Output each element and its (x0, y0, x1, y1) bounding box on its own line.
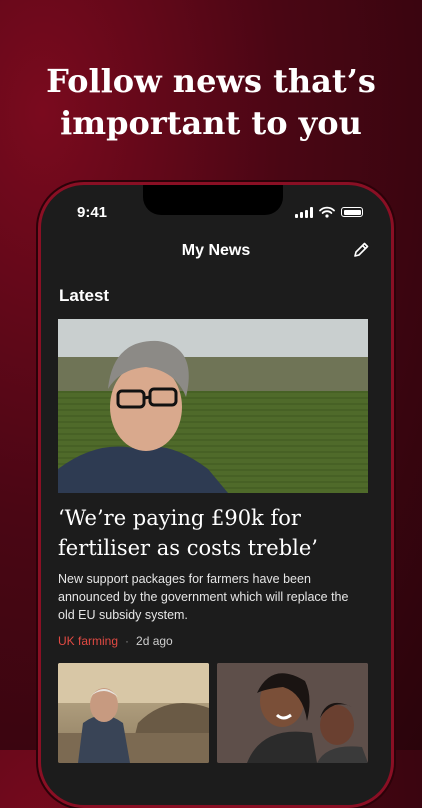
edit-pencil-icon[interactable] (351, 240, 371, 260)
promo-headline: Follow news that’s important to you (0, 60, 422, 144)
article-thumbnail-1[interactable] (58, 663, 209, 763)
phone-frame: 9:41 My News Latest ‘We’re paying £90k f… (38, 182, 394, 808)
wifi-icon (319, 206, 335, 218)
topic-link[interactable]: UK farming (58, 634, 118, 648)
phone-notch (143, 185, 283, 215)
promo-headline-line-2: important to you (60, 104, 362, 142)
article-age: 2d ago (136, 634, 173, 648)
promo-headline-line-1: Follow news that’s (46, 62, 376, 100)
status-icons (295, 206, 363, 218)
hero-photo (58, 319, 368, 493)
cellular-signal-icon (295, 206, 313, 218)
thumbnail-photo-1 (58, 663, 209, 763)
article-headline[interactable]: ‘We’re paying £90k for fertiliser as cos… (58, 503, 368, 563)
article-meta: UK farming · 2d ago (58, 634, 173, 648)
article-summary: New support packages for farmers have be… (58, 572, 349, 622)
thumbnail-photo-2 (217, 663, 368, 763)
battery-icon (341, 207, 363, 217)
section-title-latest: Latest (59, 286, 110, 305)
page-title: My News (181, 242, 251, 259)
status-time: 9:41 (77, 204, 108, 221)
article-thumbnail-2[interactable] (217, 663, 368, 763)
meta-separator: · (125, 634, 130, 648)
article-hero-image[interactable] (58, 319, 368, 493)
